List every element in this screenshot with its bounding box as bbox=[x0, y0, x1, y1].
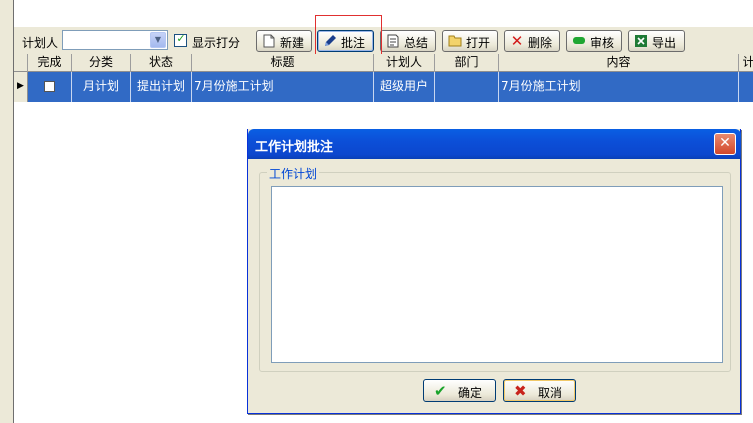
checkmark-icon: ✓ bbox=[176, 32, 186, 45]
delete-button-label: 删除 bbox=[528, 36, 553, 50]
column-header[interactable]: 内容 bbox=[499, 54, 739, 72]
delete-button[interactable]: ✕ 删除 bbox=[504, 30, 560, 52]
column-header[interactable]: 部门 bbox=[435, 54, 499, 72]
summary-button-label: 总结 bbox=[404, 36, 429, 50]
annotate-dialog: 工作计划批注 ✕ 工作计划 ✔ 确定 ✖ 取消 bbox=[247, 129, 741, 414]
title-cell[interactable]: 7月份施工计划 bbox=[192, 72, 374, 102]
ok-button-label: 确定 bbox=[458, 386, 483, 400]
checkmark-icon: ✔ bbox=[434, 382, 447, 400]
show-score-checkbox[interactable]: ✓ bbox=[174, 32, 187, 47]
delete-x-icon: ✕ bbox=[510, 32, 524, 50]
annotate-button-label: 批注 bbox=[341, 36, 366, 50]
dialog-titlebar[interactable]: 工作计划批注 ✕ bbox=[248, 129, 741, 159]
row-pointer-icon: ▶ bbox=[14, 72, 28, 102]
summary-button[interactable]: 总结 bbox=[380, 30, 436, 52]
group-label: 工作计划 bbox=[267, 165, 320, 182]
left-splitter[interactable] bbox=[0, 0, 14, 423]
header-indicator bbox=[14, 54, 28, 72]
chevron-down-icon[interactable]: ▼ bbox=[150, 32, 166, 48]
annotate-button[interactable]: 批注 bbox=[317, 30, 374, 52]
close-x-icon: ✖ bbox=[514, 382, 527, 400]
table-row[interactable]: ▶ 月计划 提出计划 7月份施工计划 超级用户 7月份施工计划 bbox=[14, 72, 753, 102]
open-folder-icon bbox=[448, 34, 462, 48]
export-button-label: 导出 bbox=[652, 36, 677, 50]
planner-combo[interactable]: ▼ bbox=[62, 30, 168, 50]
planner-cell[interactable]: 超级用户 bbox=[374, 72, 435, 102]
done-checkbox[interactable] bbox=[44, 81, 55, 92]
review-button-label: 审核 bbox=[590, 36, 615, 50]
column-header[interactable]: 计划人 bbox=[374, 54, 435, 72]
column-header[interactable]: 分类 bbox=[72, 54, 131, 72]
department-cell[interactable] bbox=[435, 72, 499, 102]
done-cell[interactable] bbox=[28, 72, 72, 102]
cancel-button[interactable]: ✖ 取消 bbox=[503, 379, 576, 402]
new-button[interactable]: 新建 bbox=[256, 30, 312, 52]
close-icon[interactable]: ✕ bbox=[714, 133, 736, 155]
app-window: 计划人 ▼ ✓ 显示打分 新建 批注 总结 打开 ✕ 删除 审核 导出 完成 分… bbox=[0, 0, 753, 423]
column-header[interactable]: 计 bbox=[739, 54, 753, 72]
content-cell[interactable]: 7月份施工计划 bbox=[499, 72, 739, 102]
grid-header: 完成 分类 状态 标题 计划人 部门 内容 计 bbox=[14, 54, 753, 72]
column-header[interactable]: 状态 bbox=[131, 54, 192, 72]
new-document-icon bbox=[262, 34, 276, 48]
column-header[interactable]: 标题 bbox=[192, 54, 374, 72]
open-button[interactable]: 打开 bbox=[442, 30, 498, 52]
dialog-title: 工作计划批注 bbox=[255, 140, 334, 155]
export-button[interactable]: 导出 bbox=[628, 30, 685, 52]
open-button-label: 打开 bbox=[466, 36, 491, 50]
show-score-label: 显示打分 bbox=[192, 36, 241, 50]
planner-label: 计划人 bbox=[22, 36, 59, 50]
new-button-label: 新建 bbox=[280, 36, 305, 50]
category-cell[interactable]: 月计划 bbox=[72, 72, 131, 102]
review-button[interactable]: 审核 bbox=[566, 30, 622, 52]
column-header[interactable]: 完成 bbox=[28, 54, 72, 72]
work-plan-group: 工作计划 bbox=[259, 165, 731, 372]
summary-document-icon bbox=[386, 34, 400, 48]
pen-icon bbox=[323, 34, 337, 48]
toolbar: 计划人 ▼ ✓ 显示打分 新建 批注 总结 打开 ✕ 删除 审核 导出 bbox=[14, 26, 753, 54]
status-cell[interactable]: 提出计划 bbox=[131, 72, 192, 102]
review-green-icon bbox=[572, 34, 586, 48]
annotation-memo[interactable] bbox=[271, 186, 723, 363]
excel-export-icon bbox=[634, 34, 648, 48]
ok-button[interactable]: ✔ 确定 bbox=[423, 379, 496, 402]
cancel-button-label: 取消 bbox=[538, 386, 563, 400]
